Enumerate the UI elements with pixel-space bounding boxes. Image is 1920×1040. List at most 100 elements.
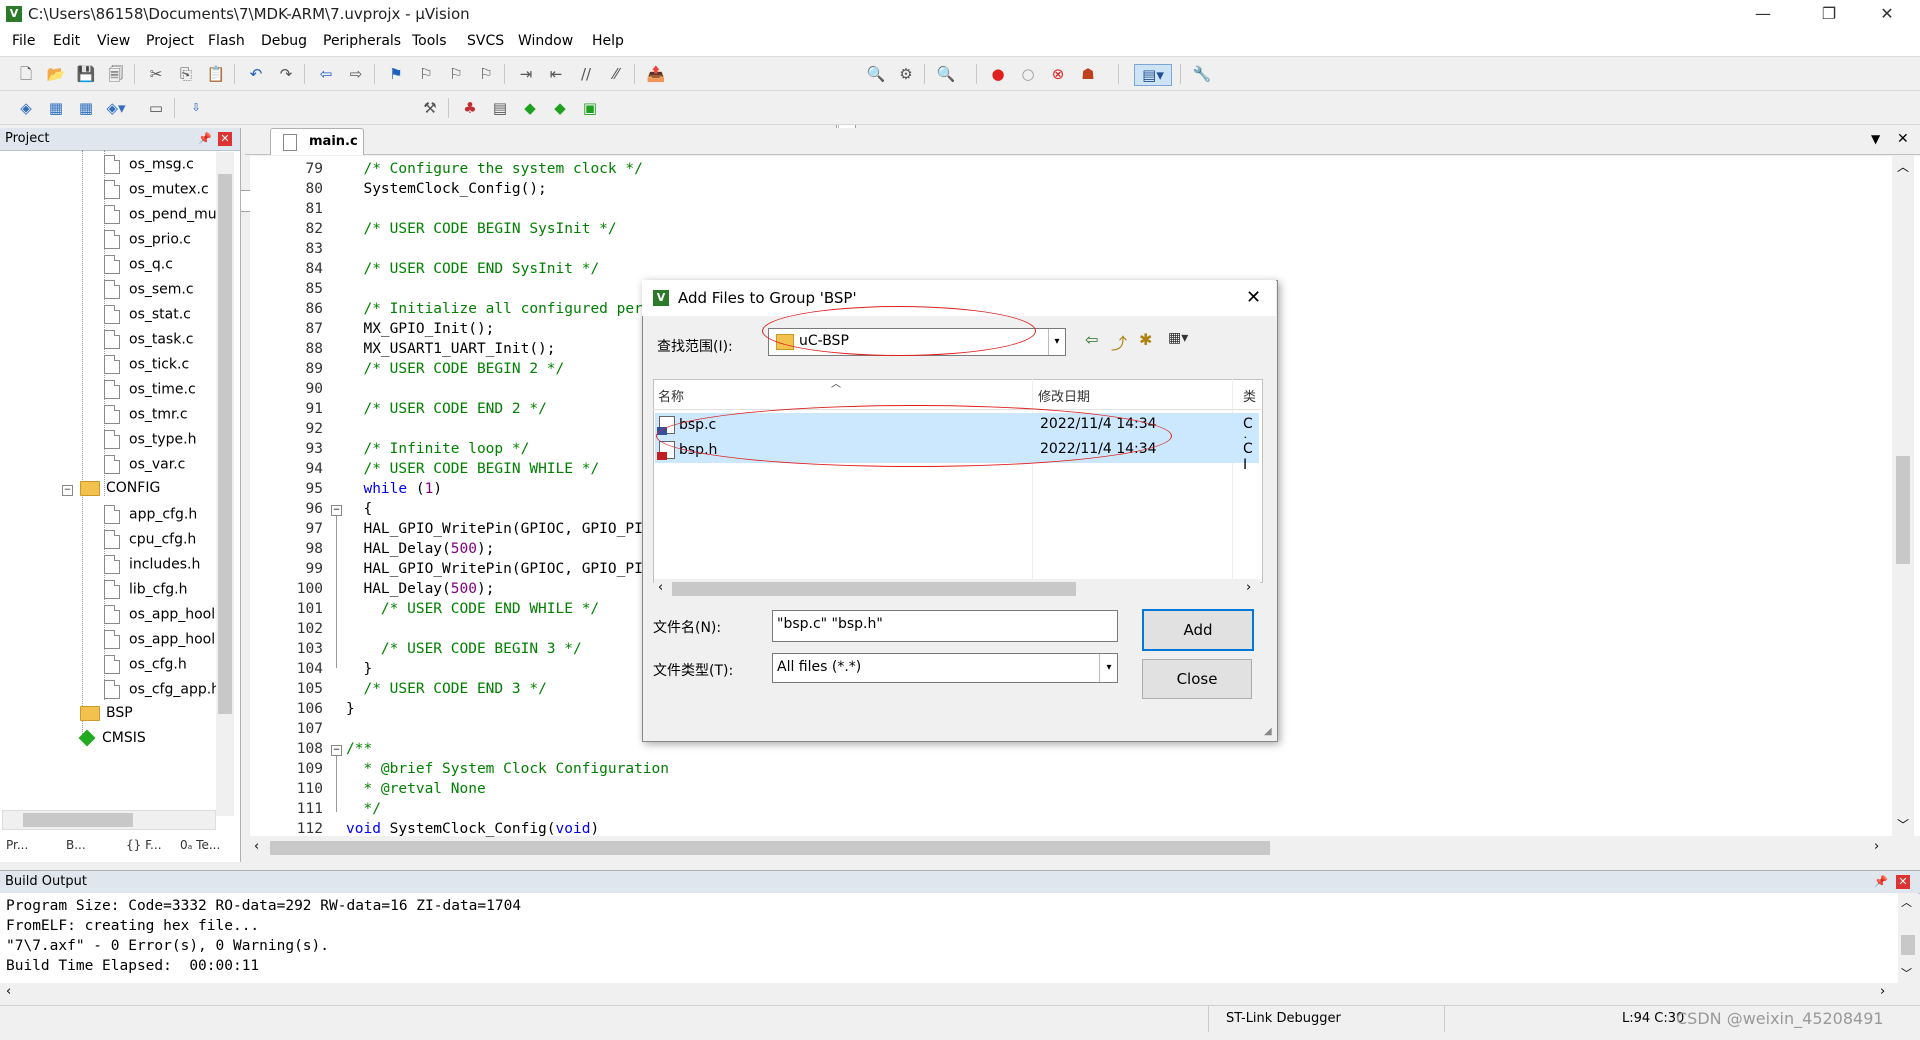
incremental-find-icon[interactable]: ⚙ — [896, 64, 916, 84]
minimize-button[interactable]: — — [1740, 0, 1786, 28]
software-packs-icon[interactable]: ▣ — [580, 98, 600, 118]
tree-file[interactable]: lib_cfg.h — [104, 580, 188, 604]
uncomment-icon[interactable]: ⁄⁄ — [606, 64, 626, 84]
menu-peripherals[interactable]: Peripherals — [323, 33, 401, 49]
tree-file[interactable]: os_cfg.h — [104, 655, 187, 679]
stop-build-icon[interactable]: ▭ — [146, 98, 166, 118]
pin-icon[interactable]: 📌 — [198, 132, 212, 146]
tree-file[interactable]: cpu_cfg.h — [104, 530, 196, 554]
column-type[interactable]: 类 — [1243, 386, 1256, 405]
copy-icon[interactable]: ⎘ — [176, 64, 196, 84]
tree-file[interactable]: os_type.h — [104, 430, 196, 454]
scroll-right-icon[interactable]: › — [1880, 984, 1885, 999]
kill-breakpoints-icon[interactable]: ☗ — [1078, 64, 1098, 84]
menu-view[interactable]: View — [97, 33, 130, 49]
view-menu-icon[interactable]: ▦▾ — [1168, 330, 1188, 346]
tree-file[interactable]: os_sem.c — [104, 280, 194, 304]
scroll-down-icon[interactable]: ﹀ — [1901, 965, 1912, 981]
up-folder-icon[interactable]: ⤴ — [1111, 330, 1127, 354]
dialog-close-icon[interactable]: ✕ — [1246, 287, 1261, 308]
menu-debug[interactable]: Debug — [261, 33, 307, 49]
unindent-icon[interactable]: ⇤ — [546, 64, 566, 84]
fold-comment-block-icon[interactable]: − — [331, 745, 342, 756]
close-editor-icon[interactable]: ✕ — [1897, 131, 1909, 147]
tree-file[interactable]: app_cfg.h — [104, 505, 197, 529]
scroll-right-icon[interactable]: › — [1246, 580, 1251, 595]
redo-icon[interactable]: ↷ — [276, 64, 296, 84]
menu-edit[interactable]: Edit — [53, 33, 80, 49]
filename-input[interactable]: "bsp.c" "bsp.h" — [772, 610, 1118, 642]
comment-icon[interactable]: // — [576, 64, 596, 84]
menu-file[interactable]: File — [12, 33, 35, 49]
menu-flash[interactable]: Flash — [208, 33, 245, 49]
save-all-icon[interactable]: 🗐 — [106, 64, 126, 84]
tree-folder-bsp[interactable]: BSP — [80, 705, 133, 729]
debug-session-icon[interactable]: 🔍 — [936, 64, 956, 84]
project-vertical-scrollbar[interactable] — [216, 152, 234, 816]
new-folder-icon[interactable]: ✱ — [1139, 330, 1152, 349]
scroll-left-icon[interactable]: ‹ — [658, 580, 663, 595]
tree-file[interactable]: os_tick.c — [104, 355, 189, 379]
open-file-icon[interactable]: 📂 — [46, 64, 66, 84]
tree-file[interactable]: os_app_hool — [104, 630, 215, 654]
tree-file[interactable]: os_q.c — [104, 255, 173, 279]
tree-file[interactable]: os_var.c — [104, 455, 185, 479]
menu-help[interactable]: Help — [592, 33, 624, 49]
tree-file[interactable]: os_prio.c — [104, 230, 191, 254]
nav-back-icon[interactable]: ⇦ — [316, 64, 336, 84]
build-output-scroll-thumb[interactable] — [1901, 935, 1915, 955]
tree-file[interactable]: os_tmr.c — [104, 405, 188, 429]
paste-icon[interactable]: 📋 — [206, 64, 226, 84]
find-icon[interactable]: 🔍 — [866, 64, 886, 84]
batch-build-icon[interactable]: ◈▾ — [106, 98, 126, 118]
project-scroll-thumb[interactable] — [218, 174, 232, 714]
menu-window[interactable]: Window — [518, 33, 573, 49]
scroll-left-icon[interactable]: ‹ — [254, 839, 259, 854]
disable-breakpoint-icon[interactable]: ○ — [1018, 64, 1038, 84]
disable-all-breakpoints-icon[interactable]: ⊗ — [1048, 64, 1068, 84]
tab-books[interactable]: B... — [66, 838, 86, 860]
pack-installer-icon[interactable]: ◆ — [550, 98, 570, 118]
configure-icon[interactable]: 🔧 — [1192, 64, 1212, 84]
build-output-hscrollbar[interactable]: ‹ › — [0, 983, 1900, 1003]
tab-functions[interactable]: {} F... — [126, 838, 162, 860]
new-file-icon[interactable]: 🗋 — [16, 64, 36, 84]
file-row-bsp-c[interactable]: bsp.c 2022/11/4 14:34 C : — [655, 413, 1259, 448]
bookmark-icon[interactable]: ⚑ — [386, 64, 406, 84]
breakpoint-icon[interactable]: ● — [988, 64, 1008, 84]
indent-icon[interactable]: ⇥ — [516, 64, 536, 84]
translate-icon[interactable]: ◈ — [16, 98, 36, 118]
clear-bookmarks-icon[interactable]: ⚐ — [476, 64, 496, 84]
select-packs-icon[interactable]: ▤ — [490, 98, 510, 118]
tree-file[interactable]: os_cfg_app.h — [104, 680, 220, 704]
collapse-config-toggle[interactable]: − — [62, 485, 73, 496]
fold-while-block-icon[interactable]: − — [331, 505, 342, 516]
build-output-vscrollbar[interactable]: ︿ ﹀ — [1898, 893, 1918, 983]
project-hscroll-thumb[interactable] — [23, 813, 133, 827]
file-list-hscrollbar[interactable]: ‹ › — [654, 579, 1260, 599]
save-icon[interactable]: 💾 — [76, 64, 96, 84]
tab-project[interactable]: Pr... — [6, 838, 28, 860]
tab-main-c[interactable]: main.c — [270, 128, 364, 155]
prev-bookmark-icon[interactable]: ⚐ — [416, 64, 436, 84]
tree-cmsis[interactable]: CMSIS — [78, 729, 146, 754]
look-in-select[interactable]: uC-BSP ▾ — [768, 328, 1066, 356]
editor-vertical-scrollbar[interactable]: ︿ ﹀ — [1892, 156, 1914, 836]
menu-svcs[interactable]: SVCS — [467, 33, 504, 49]
project-horizontal-scrollbar[interactable] — [2, 810, 216, 830]
scroll-up-icon[interactable]: ︿ — [1901, 894, 1912, 910]
scroll-left-icon[interactable]: ‹ — [6, 984, 11, 999]
cut-icon[interactable]: ✂ — [146, 64, 166, 84]
back-icon[interactable]: ⇦ — [1085, 330, 1098, 349]
window-layout-icon[interactable]: ▤▾ — [1134, 64, 1172, 86]
tree-file[interactable]: os_stat.c — [104, 305, 191, 329]
filetype-select[interactable]: All files (*.*) ▾ — [772, 653, 1118, 683]
tree-file[interactable]: os_task.c — [104, 330, 193, 354]
menu-tools[interactable]: Tools — [412, 33, 447, 49]
pin-icon[interactable]: 📌 — [1874, 875, 1888, 889]
menu-project[interactable]: Project — [146, 33, 194, 49]
find-in-files-icon[interactable]: 📤 — [646, 64, 666, 84]
next-bookmark-icon[interactable]: ⚐ — [446, 64, 466, 84]
editor-scroll-thumb[interactable] — [1896, 456, 1910, 564]
target-options-icon[interactable]: ⚒ — [420, 98, 440, 118]
